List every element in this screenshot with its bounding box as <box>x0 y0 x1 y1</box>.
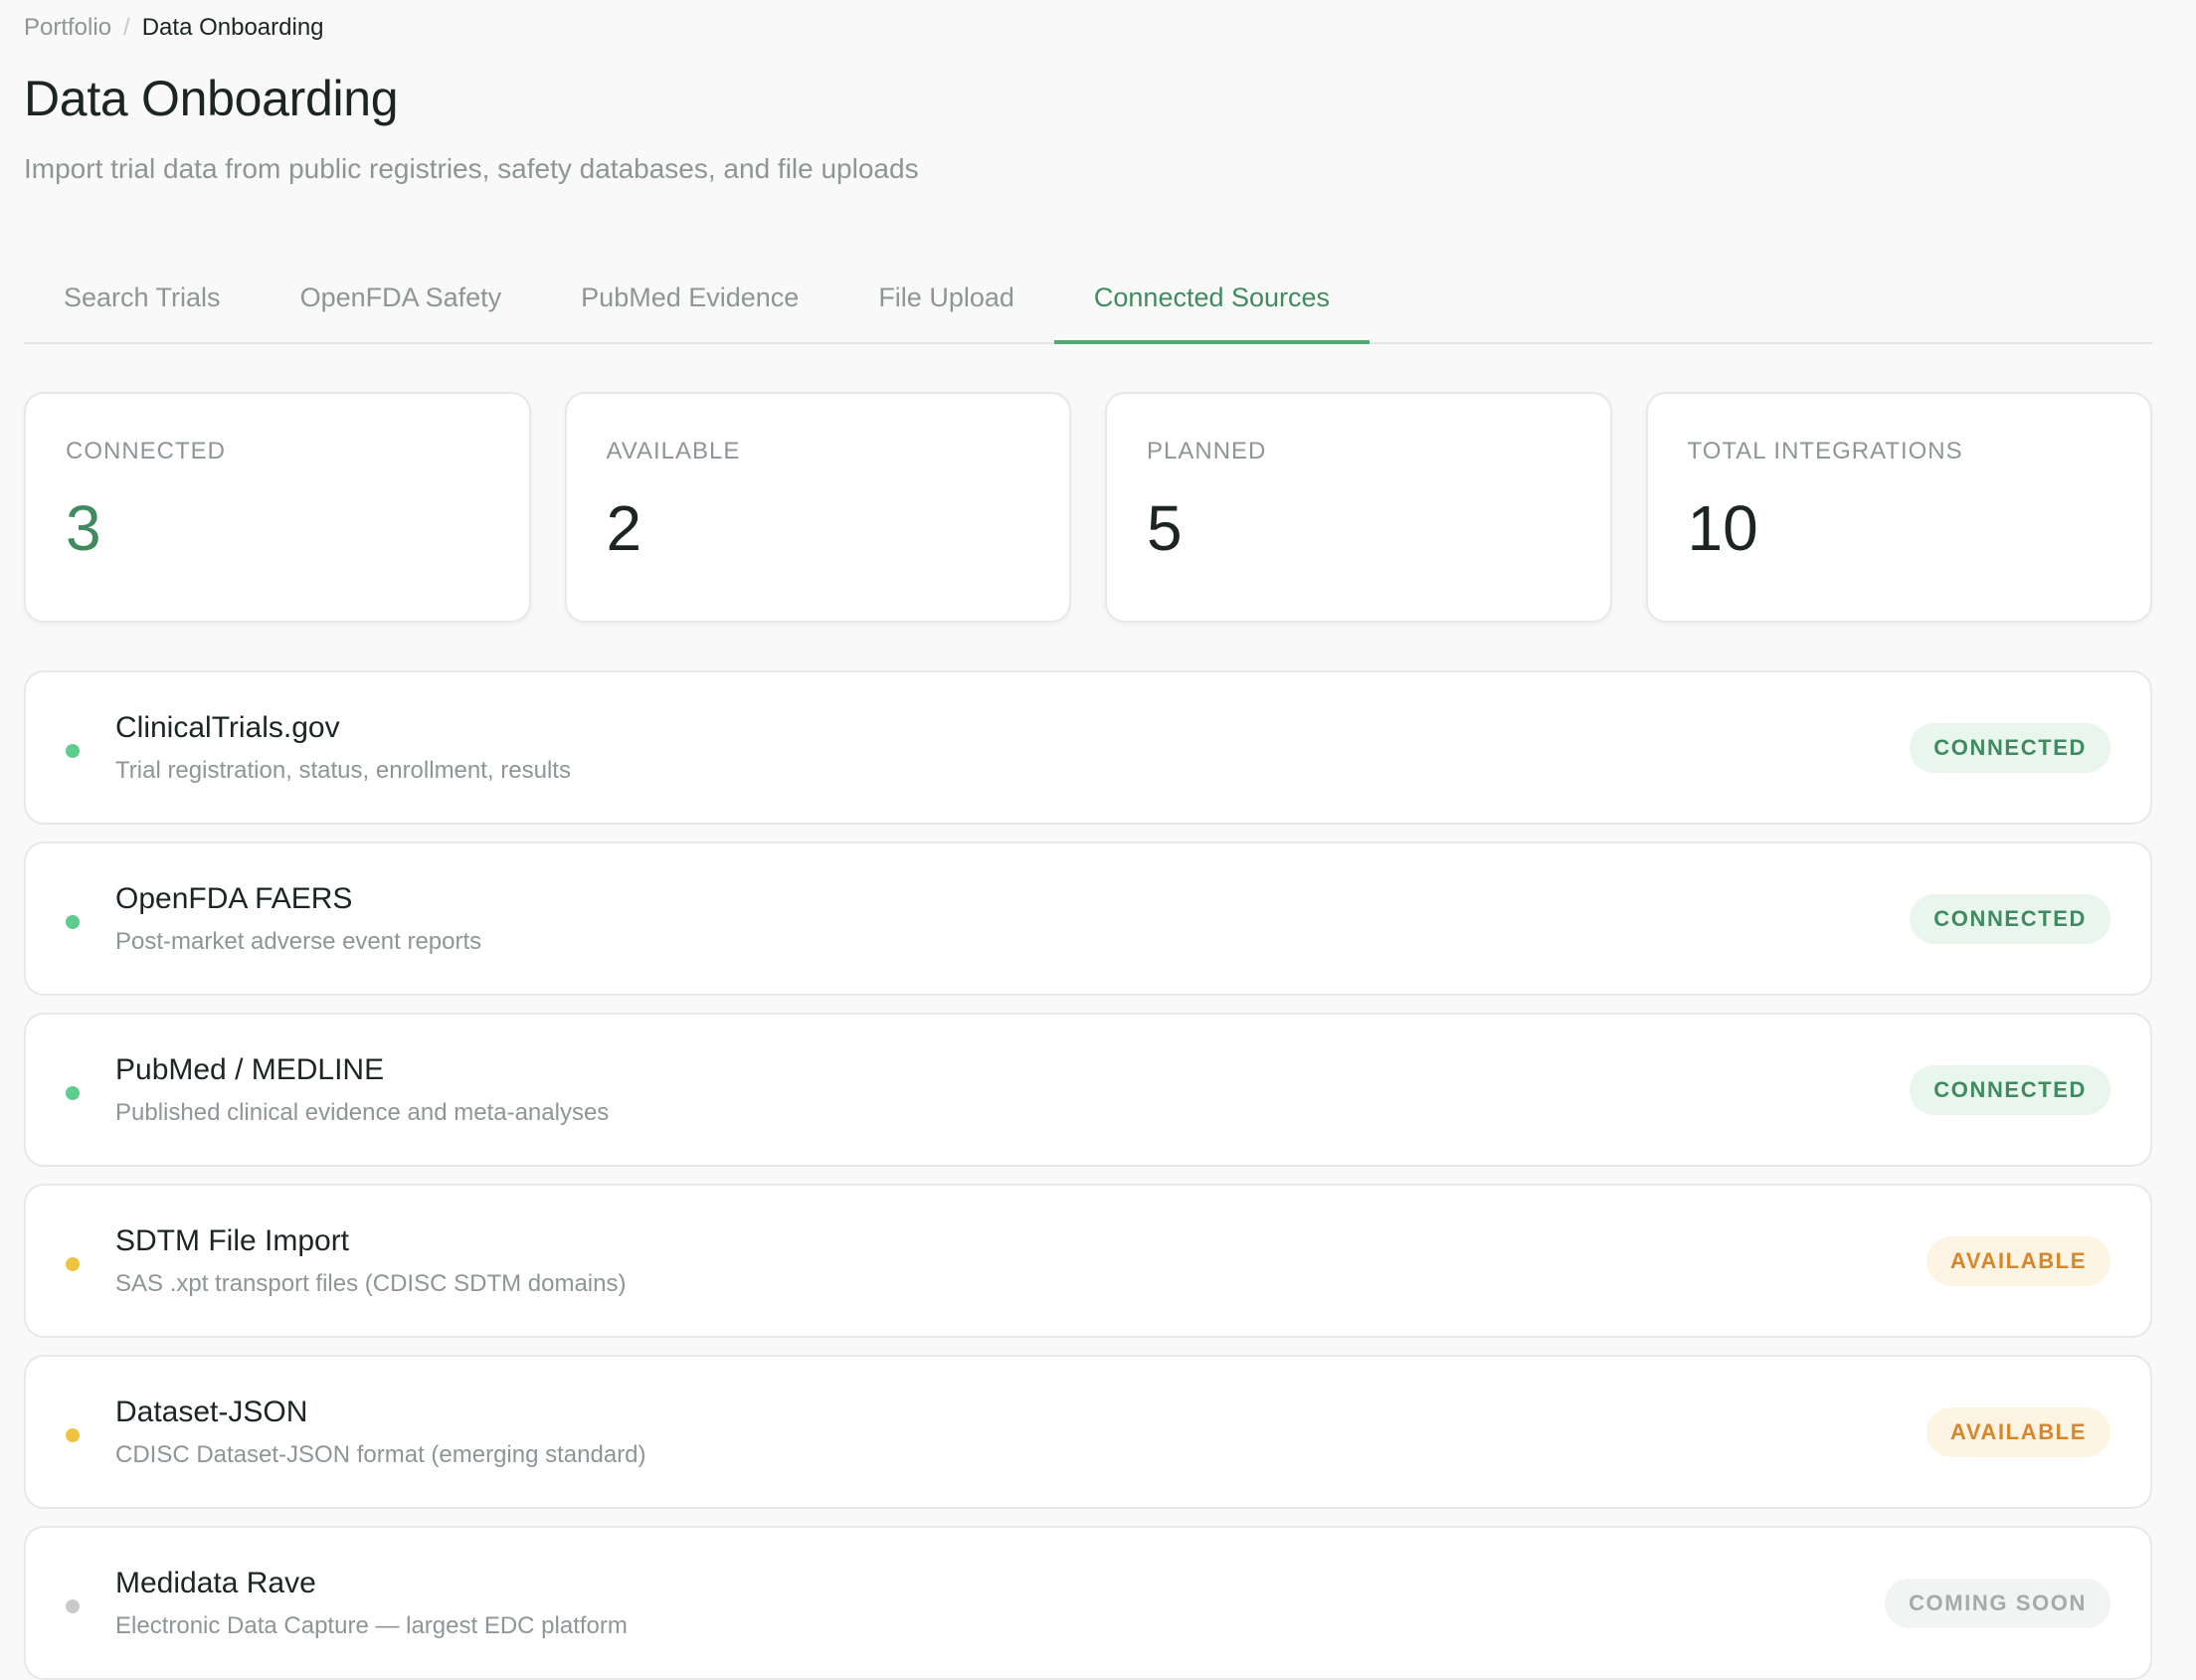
breadcrumb: Portfolio / Data Onboarding <box>24 14 324 42</box>
status-badge: COMING SOON <box>1885 1578 2110 1628</box>
source-name: OpenFDA FAERS <box>115 881 353 915</box>
status-dot-icon <box>66 744 80 758</box>
status-dot-icon <box>66 1599 80 1613</box>
status-badge: AVAILABLE <box>1925 1406 2110 1457</box>
page-subtitle: Import trial data from public registries… <box>24 153 919 184</box>
source-description: SAS .xpt transport files (CDISC SDTM dom… <box>115 1269 627 1297</box>
source-card-pubmed-medline[interactable]: PubMed / MEDLINE Published clinical evid… <box>24 1013 2152 1167</box>
tab-openfda-safety[interactable]: OpenFDA Safety <box>261 261 542 344</box>
source-name: Dataset-JSON <box>115 1395 308 1428</box>
stat-card-available: AVAILABLE 2 <box>564 392 1071 623</box>
stat-card-planned: PLANNED 5 <box>1105 392 1612 623</box>
stat-label: CONNECTED <box>66 438 227 465</box>
breadcrumb-separator: / <box>123 14 130 41</box>
status-dot-icon <box>66 1086 80 1100</box>
stat-value: 2 <box>606 492 642 564</box>
source-description: Trial registration, status, enrollment, … <box>115 756 571 784</box>
source-card-medidata-rave[interactable]: Medidata Rave Electronic Data Capture — … <box>24 1526 2152 1680</box>
stat-card-connected: CONNECTED 3 <box>24 392 531 623</box>
tab-pubmed-evidence[interactable]: PubMed Evidence <box>541 261 838 344</box>
status-badge: CONNECTED <box>1910 893 2110 944</box>
status-badge: CONNECTED <box>1910 1064 2110 1115</box>
tab-search-trials[interactable]: Search Trials <box>24 261 261 344</box>
tab-connected-sources[interactable]: Connected Sources <box>1053 261 1371 344</box>
source-list: ClinicalTrials.gov Trial registration, s… <box>24 670 2152 1680</box>
stat-label: TOTAL INTEGRATIONS <box>1687 438 1963 465</box>
source-card-dataset-json[interactable]: Dataset-JSON CDISC Dataset-JSON format (… <box>24 1355 2152 1509</box>
tab-file-upload[interactable]: File Upload <box>838 261 1054 344</box>
tab-bar: Search Trials OpenFDA Safety PubMed Evid… <box>24 261 2152 344</box>
status-dot-icon <box>66 915 80 929</box>
source-name: PubMed / MEDLINE <box>115 1052 385 1086</box>
source-card-sdtm-file-import[interactable]: SDTM File Import SAS .xpt transport file… <box>24 1184 2152 1338</box>
source-description: Electronic Data Capture — largest EDC pl… <box>115 1611 628 1639</box>
stat-value: 5 <box>1147 492 1183 564</box>
breadcrumb-portfolio-link[interactable]: Portfolio <box>24 14 111 42</box>
source-description: CDISC Dataset-JSON format (emerging stan… <box>115 1440 646 1468</box>
stat-label: PLANNED <box>1147 438 1267 465</box>
source-name: Medidata Rave <box>115 1566 316 1599</box>
stat-card-total-integrations: TOTAL INTEGRATIONS 10 <box>1645 392 2152 623</box>
page: Portfolio / Data Onboarding Data Onboard… <box>24 0 2152 1680</box>
stat-label: AVAILABLE <box>606 438 741 465</box>
source-card-openfda-faers[interactable]: OpenFDA FAERS Post-market adverse event … <box>24 841 2152 996</box>
source-name: ClinicalTrials.gov <box>115 710 340 744</box>
page-title: Data Onboarding <box>24 71 399 126</box>
source-card-clinicaltrials-gov[interactable]: ClinicalTrials.gov Trial registration, s… <box>24 670 2152 825</box>
status-dot-icon <box>66 1257 80 1271</box>
status-dot-icon <box>66 1428 80 1442</box>
source-name: SDTM File Import <box>115 1223 350 1257</box>
source-description: Published clinical evidence and meta-ana… <box>115 1098 610 1126</box>
status-badge: CONNECTED <box>1910 722 2110 773</box>
stat-value: 10 <box>1687 492 1758 564</box>
source-description: Post-market adverse event reports <box>115 927 482 955</box>
stat-value: 3 <box>66 492 101 564</box>
status-badge: AVAILABLE <box>1925 1235 2110 1286</box>
stats-row: CONNECTED 3 AVAILABLE 2 PLANNED 5 TOTAL … <box>24 392 2152 623</box>
breadcrumb-current: Data Onboarding <box>141 14 324 41</box>
